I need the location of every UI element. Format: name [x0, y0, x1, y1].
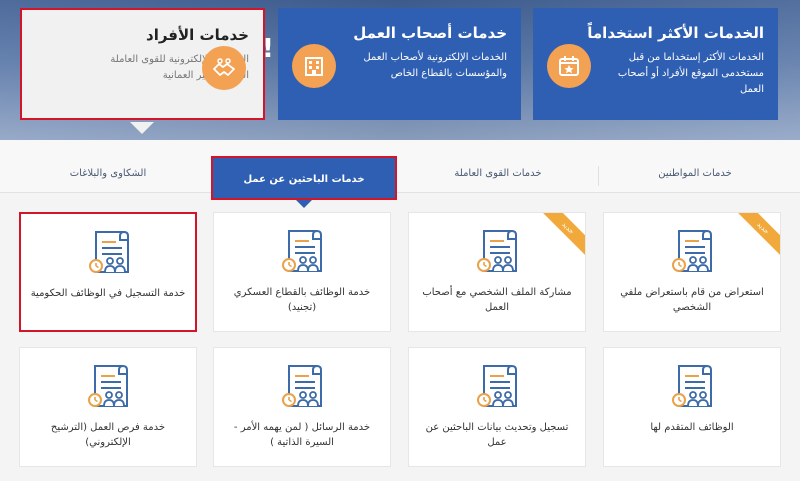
new-badge: جديد — [538, 213, 585, 258]
document-users-icon — [275, 362, 331, 414]
document-users-icon — [665, 362, 721, 414]
tab-complaints[interactable]: الشكاوى والبلاغات — [10, 154, 206, 194]
card-title: الخدمات الأكثر استخداماً — [587, 24, 764, 42]
star-calendar-icon — [547, 44, 591, 88]
document-users-icon — [82, 228, 138, 280]
handshake-icon — [202, 46, 246, 90]
service-card[interactable]: الوظائف المتقدم لها — [603, 347, 781, 467]
document-users-icon — [81, 362, 137, 414]
card-title: خدمات أصحاب العمل — [353, 24, 507, 42]
service-card-label: استعراض من قام باستعراض ملفي الشخصي — [620, 287, 764, 313]
new-badge: جديد — [733, 213, 780, 258]
card-title: خدمات الأفراد — [146, 26, 249, 44]
service-card-label: خدمة الرسائل ( لمن يهمه الأمر - السيرة ا… — [233, 422, 371, 448]
tab-bar: خدمات المواطنين خدمات القوى العاملة خدما… — [0, 140, 800, 200]
service-card-label: خدمة الوظائف بالقطاع العسكري (تجنيد) — [233, 287, 371, 313]
document-users-icon — [665, 227, 721, 279]
service-card[interactable]: خدمة الرسائل ( لمن يهمه الأمر - السيرة ا… — [213, 347, 391, 467]
document-users-icon — [470, 227, 526, 279]
card-desc: الخدمات الأكثر إستخداما من قبل مستخدمى ا… — [617, 52, 764, 95]
tab-workforce-services[interactable]: خدمات القوى العاملة — [400, 154, 596, 194]
tab-job-seeker-services[interactable]: خدمات الباحثين عن عمل — [211, 156, 397, 200]
service-card[interactable]: تسجيل وتحديث بيانات الباحثين عن عمل — [408, 347, 586, 467]
service-card[interactable]: استعراض من قام باستعراض ملفي الشخصي جديد — [603, 212, 781, 332]
service-card[interactable]: خدمة التسجيل في الوظائف الحكومية — [19, 212, 197, 332]
card-desc: الخدمات الإلكترونية لأصحاب العمل والمؤسس… — [363, 52, 507, 79]
card-employer-services[interactable]: خدمات أصحاب العمل الخدمات الإلكترونية لأ… — [278, 8, 521, 120]
service-card-label: مشاركة الملف الشخصي مع أصحاب العمل — [422, 287, 572, 313]
service-card[interactable]: خدمة فرص العمل (الترشيح الإلكتروني) — [19, 347, 197, 467]
service-card-label: خدمة التسجيل في الوظائف الحكومية — [30, 288, 186, 299]
tab-citizen-services[interactable]: خدمات المواطنين — [600, 154, 790, 194]
card-most-used-services[interactable]: الخدمات الأكثر استخداماً الخدمات الأكثر … — [533, 8, 778, 120]
card-pointer — [130, 122, 154, 134]
card-individual-services[interactable]: خدمات الأفراد الخدمات الإلكترونية للقوى … — [20, 8, 265, 120]
tab-separator — [598, 166, 599, 186]
service-card[interactable]: مشاركة الملف الشخصي مع أصحاب العمل جديد — [408, 212, 586, 332]
service-card-label: تسجيل وتحديث بيانات الباحثين عن عمل — [425, 422, 569, 448]
document-users-icon — [470, 362, 526, 414]
service-card-label: الوظائف المتقدم لها — [650, 422, 734, 433]
service-card-label: خدمة فرص العمل (الترشيح الإلكتروني) — [50, 422, 166, 448]
active-tab-arrow — [296, 200, 312, 208]
document-users-icon — [275, 227, 331, 279]
service-card[interactable]: خدمة الوظائف بالقطاع العسكري (تجنيد) — [213, 212, 391, 332]
building-icon — [292, 44, 336, 88]
